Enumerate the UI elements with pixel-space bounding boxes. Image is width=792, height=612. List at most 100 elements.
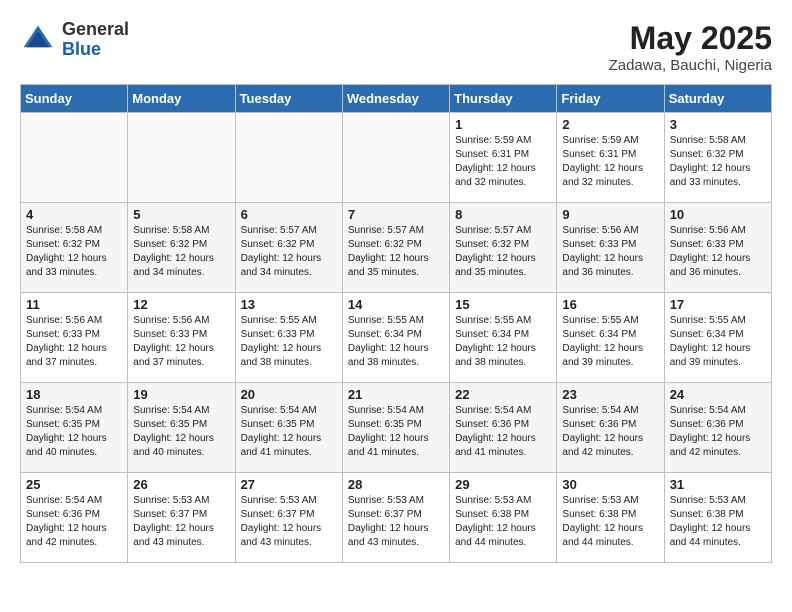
- day-number: 8: [455, 207, 551, 222]
- weekday-header-saturday: Saturday: [664, 85, 771, 113]
- calendar-cell: 5 Sunrise: 5:58 AM Sunset: 6:32 PM Daylig…: [128, 203, 235, 293]
- day-number: 18: [26, 387, 122, 402]
- day-info: Sunrise: 5:53 AM Sunset: 6:38 PM Dayligh…: [670, 494, 766, 550]
- day-info: Sunrise: 5:58 AM Sunset: 6:32 PM Dayligh…: [133, 224, 229, 280]
- calendar-cell: 29 Sunrise: 5:53 AM Sunset: 6:38 PM Dayli…: [450, 473, 557, 563]
- day-info: Sunrise: 5:57 AM Sunset: 6:32 PM Dayligh…: [455, 224, 551, 280]
- calendar-cell: 26 Sunrise: 5:53 AM Sunset: 6:37 PM Dayli…: [128, 473, 235, 563]
- calendar-cell: 13Sunrise: 5:55 AM Sunset: 6:33 PM Dayli…: [235, 293, 342, 383]
- week-row-5: 25 Sunrise: 5:54 AM Sunset: 6:36 PM Dayli…: [21, 473, 772, 563]
- weekday-header-monday: Monday: [128, 85, 235, 113]
- calendar-cell: 2 Sunrise: 5:59 AM Sunset: 6:31 PM Daylig…: [557, 113, 664, 203]
- weekday-header-tuesday: Tuesday: [235, 85, 342, 113]
- logo-icon: [20, 22, 56, 58]
- day-info: Sunrise: 5:57 AM Sunset: 6:32 PM Dayligh…: [348, 224, 444, 280]
- calendar-cell: 3 Sunrise: 5:58 AM Sunset: 6:32 PM Daylig…: [664, 113, 771, 203]
- calendar-cell: 8 Sunrise: 5:57 AM Sunset: 6:32 PM Daylig…: [450, 203, 557, 293]
- calendar-cell: 25 Sunrise: 5:54 AM Sunset: 6:36 PM Dayli…: [21, 473, 128, 563]
- logo-text: General Blue: [62, 20, 129, 60]
- day-info: Sunrise: 5:57 AM Sunset: 6:32 PM Dayligh…: [241, 224, 337, 280]
- day-number: 23: [562, 387, 658, 402]
- calendar-cell: 14 Sunrise: 5:55 AM Sunset: 6:34 PM Dayli…: [342, 293, 449, 383]
- day-info: Sunrise: 5:54 AM Sunset: 6:35 PM Dayligh…: [241, 404, 337, 460]
- calendar-cell: [128, 113, 235, 203]
- day-number: 12: [133, 297, 229, 312]
- calendar-cell: 1Sunrise: 5:59 AM Sunset: 6:31 PM Daylig…: [450, 113, 557, 203]
- week-row-1: 1Sunrise: 5:59 AM Sunset: 6:31 PM Daylig…: [21, 113, 772, 203]
- location: Zadawa, Bauchi, Nigeria: [609, 57, 772, 74]
- day-info: Sunrise: 5:56 AM Sunset: 6:33 PM Dayligh…: [562, 224, 658, 280]
- weekday-header-thursday: Thursday: [450, 85, 557, 113]
- day-info: Sunrise: 5:55 AM Sunset: 6:33 PM Dayligh…: [241, 314, 337, 370]
- calendar-cell: [21, 113, 128, 203]
- calendar-cell: 6 Sunrise: 5:57 AM Sunset: 6:32 PM Daylig…: [235, 203, 342, 293]
- calendar-cell: 9Sunrise: 5:56 AM Sunset: 6:33 PM Daylig…: [557, 203, 664, 293]
- title-block: May 2025 Zadawa, Bauchi, Nigeria: [609, 20, 772, 74]
- calendar-cell: 19Sunrise: 5:54 AM Sunset: 6:35 PM Dayli…: [128, 383, 235, 473]
- calendar-cell: 30Sunrise: 5:53 AM Sunset: 6:38 PM Dayli…: [557, 473, 664, 563]
- calendar-cell: 20 Sunrise: 5:54 AM Sunset: 6:35 PM Dayli…: [235, 383, 342, 473]
- day-info: Sunrise: 5:54 AM Sunset: 6:36 PM Dayligh…: [455, 404, 551, 460]
- day-number: 2: [562, 117, 658, 132]
- day-number: 5: [133, 207, 229, 222]
- day-info: Sunrise: 5:55 AM Sunset: 6:34 PM Dayligh…: [562, 314, 658, 370]
- day-info: Sunrise: 5:54 AM Sunset: 6:35 PM Dayligh…: [133, 404, 229, 460]
- day-number: 25: [26, 477, 122, 492]
- day-info: Sunrise: 5:55 AM Sunset: 6:34 PM Dayligh…: [348, 314, 444, 370]
- day-number: 28: [348, 477, 444, 492]
- calendar-cell: 16Sunrise: 5:55 AM Sunset: 6:34 PM Dayli…: [557, 293, 664, 383]
- calendar-cell: 12 Sunrise: 5:56 AM Sunset: 6:33 PM Dayli…: [128, 293, 235, 383]
- day-info: Sunrise: 5:54 AM Sunset: 6:36 PM Dayligh…: [670, 404, 766, 460]
- day-number: 14: [348, 297, 444, 312]
- week-row-3: 11 Sunrise: 5:56 AM Sunset: 6:33 PM Dayli…: [21, 293, 772, 383]
- week-row-2: 4 Sunrise: 5:58 AM Sunset: 6:32 PM Daylig…: [21, 203, 772, 293]
- calendar-cell: 24 Sunrise: 5:54 AM Sunset: 6:36 PM Dayli…: [664, 383, 771, 473]
- day-info: Sunrise: 5:54 AM Sunset: 6:36 PM Dayligh…: [26, 494, 122, 550]
- day-number: 15: [455, 297, 551, 312]
- day-info: Sunrise: 5:58 AM Sunset: 6:32 PM Dayligh…: [26, 224, 122, 280]
- calendar-cell: 18 Sunrise: 5:54 AM Sunset: 6:35 PM Dayli…: [21, 383, 128, 473]
- day-number: 4: [26, 207, 122, 222]
- calendar-table: SundayMondayTuesdayWednesdayThursdayFrid…: [20, 84, 772, 563]
- calendar-cell: 11Sunrise: 5:56 AM Sunset: 6:33 PM Dayli…: [21, 293, 128, 383]
- day-info: Sunrise: 5:54 AM Sunset: 6:35 PM Dayligh…: [26, 404, 122, 460]
- calendar-cell: 15Sunrise: 5:55 AM Sunset: 6:34 PM Dayli…: [450, 293, 557, 383]
- day-number: 3: [670, 117, 766, 132]
- day-info: Sunrise: 5:56 AM Sunset: 6:33 PM Dayligh…: [133, 314, 229, 370]
- day-info: Sunrise: 5:53 AM Sunset: 6:37 PM Dayligh…: [348, 494, 444, 550]
- day-number: 11: [26, 297, 122, 312]
- calendar-cell: 27 Sunrise: 5:53 AM Sunset: 6:37 PM Dayli…: [235, 473, 342, 563]
- calendar-cell: [342, 113, 449, 203]
- weekday-header-friday: Friday: [557, 85, 664, 113]
- calendar-cell: 31 Sunrise: 5:53 AM Sunset: 6:38 PM Dayli…: [664, 473, 771, 563]
- day-info: Sunrise: 5:56 AM Sunset: 6:33 PM Dayligh…: [670, 224, 766, 280]
- day-number: 27: [241, 477, 337, 492]
- calendar-cell: 21Sunrise: 5:54 AM Sunset: 6:35 PM Dayli…: [342, 383, 449, 473]
- day-info: Sunrise: 5:59 AM Sunset: 6:31 PM Dayligh…: [562, 134, 658, 190]
- day-info: Sunrise: 5:59 AM Sunset: 6:31 PM Dayligh…: [455, 134, 551, 190]
- day-number: 22: [455, 387, 551, 402]
- day-info: Sunrise: 5:53 AM Sunset: 6:37 PM Dayligh…: [241, 494, 337, 550]
- weekday-header-wednesday: Wednesday: [342, 85, 449, 113]
- day-number: 31: [670, 477, 766, 492]
- day-number: 30: [562, 477, 658, 492]
- day-info: Sunrise: 5:54 AM Sunset: 6:35 PM Dayligh…: [348, 404, 444, 460]
- day-info: Sunrise: 5:53 AM Sunset: 6:37 PM Dayligh…: [133, 494, 229, 550]
- day-number: 29: [455, 477, 551, 492]
- calendar-cell: 22 Sunrise: 5:54 AM Sunset: 6:36 PM Dayli…: [450, 383, 557, 473]
- page-header: General Blue May 2025 Zadawa, Bauchi, Ni…: [20, 20, 772, 74]
- calendar-cell: 10 Sunrise: 5:56 AM Sunset: 6:33 PM Dayli…: [664, 203, 771, 293]
- day-number: 6: [241, 207, 337, 222]
- day-info: Sunrise: 5:58 AM Sunset: 6:32 PM Dayligh…: [670, 134, 766, 190]
- day-number: 17: [670, 297, 766, 312]
- calendar-cell: 7Sunrise: 5:57 AM Sunset: 6:32 PM Daylig…: [342, 203, 449, 293]
- day-info: Sunrise: 5:55 AM Sunset: 6:34 PM Dayligh…: [670, 314, 766, 370]
- day-info: Sunrise: 5:53 AM Sunset: 6:38 PM Dayligh…: [455, 494, 551, 550]
- day-number: 24: [670, 387, 766, 402]
- month-title: May 2025: [609, 20, 772, 57]
- logo: General Blue: [20, 20, 129, 60]
- week-row-4: 18 Sunrise: 5:54 AM Sunset: 6:35 PM Dayli…: [21, 383, 772, 473]
- day-number: 10: [670, 207, 766, 222]
- day-number: 20: [241, 387, 337, 402]
- day-number: 26: [133, 477, 229, 492]
